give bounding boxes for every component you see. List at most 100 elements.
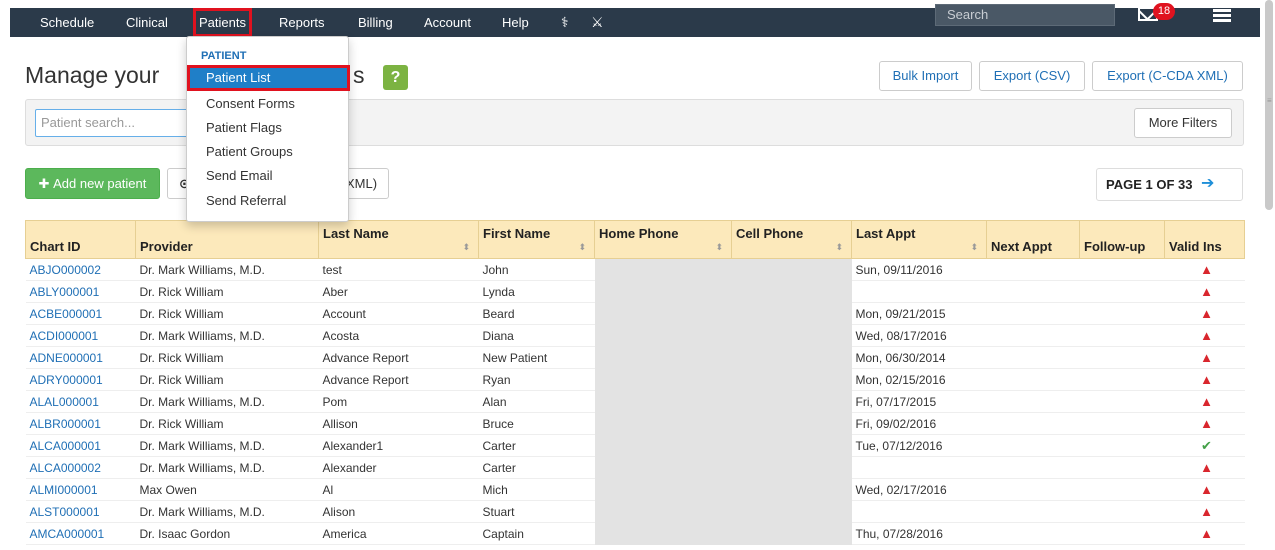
cell-first-name: Ryan bbox=[478, 368, 595, 391]
cell-cell-phone bbox=[731, 390, 852, 413]
cell-chart-id[interactable]: ALBR000001 bbox=[25, 412, 136, 435]
more-filters-button[interactable]: More Filters bbox=[1134, 108, 1232, 138]
plus-icon: ✚ bbox=[38, 176, 54, 191]
table-row[interactable]: ALAL000001 Dr. Mark Williams, M.D. Pom Alan… bbox=[25, 390, 1245, 413]
cell-last-name: Advance Report bbox=[318, 346, 479, 369]
table-row[interactable]: ABJO000002 Dr. Mark Williams, M.D. test Joh… bbox=[25, 258, 1245, 281]
nav-account[interactable]: Account bbox=[424, 8, 471, 37]
header-chart-id[interactable]: Chart ID bbox=[25, 220, 136, 259]
cell-home-phone bbox=[594, 522, 732, 545]
cell-chart-id[interactable]: ALCA000002 bbox=[25, 456, 136, 479]
sort-icon[interactable]: ⬍ bbox=[578, 242, 586, 253]
table-row[interactable]: ALBR000001 Dr. Rick William Allison Bruce Fr… bbox=[25, 412, 1245, 435]
cell-chart-id[interactable]: ALAL000001 bbox=[25, 390, 136, 413]
cell-home-phone bbox=[594, 434, 732, 457]
table-row[interactable]: ALCA000001 Dr. Mark Williams, M.D. Alexand… bbox=[25, 434, 1245, 457]
header-home-phone[interactable]: Home Phone ⬍ bbox=[594, 220, 732, 259]
nav-schedule[interactable]: Schedule bbox=[40, 8, 94, 37]
menu-item-send-referral[interactable]: Send Referral bbox=[206, 193, 286, 208]
cell-chart-id[interactable]: ABLY000001 bbox=[25, 280, 136, 303]
nav-reports[interactable]: Reports bbox=[279, 8, 325, 37]
cell-chart-id[interactable]: AMCA000001 bbox=[25, 522, 136, 545]
warning-icon: ▲ bbox=[1200, 504, 1213, 519]
nav-clinical[interactable]: Clinical bbox=[126, 8, 168, 37]
cell-chart-id[interactable]: ACBE000001 bbox=[25, 302, 136, 325]
header-provider[interactable]: Provider bbox=[135, 220, 319, 259]
menu-item-send-email[interactable]: Send Email bbox=[206, 168, 272, 183]
table-row[interactable]: ALMI000001 Max Owen Al Mich Wed, 02/17/2016 ▲ bbox=[25, 478, 1245, 501]
menu-item-patient-groups[interactable]: Patient Groups bbox=[206, 144, 293, 159]
table-row[interactable]: ADRY000001 Dr. Rick William Advance Report… bbox=[25, 368, 1245, 391]
cell-chart-id[interactable]: ALMI000001 bbox=[25, 478, 136, 501]
cell-valid-ins: ▲ bbox=[1164, 258, 1245, 281]
sort-icon[interactable]: ⬍ bbox=[970, 242, 978, 253]
header-first-name[interactable]: First Name ⬍ bbox=[478, 220, 595, 259]
cell-follow-up bbox=[1079, 412, 1165, 435]
nav-patients[interactable]: Patients bbox=[193, 8, 252, 37]
header-last-name[interactable]: Last Name ⬍ bbox=[318, 220, 479, 259]
table-row[interactable]: ALST000001 Dr. Mark Williams, M.D. Alison S… bbox=[25, 500, 1245, 523]
cell-next-appt bbox=[986, 280, 1080, 303]
header-cell-phone[interactable]: Cell Phone ⬍ bbox=[731, 220, 852, 259]
check-icon: ✔ bbox=[1201, 437, 1212, 453]
cell-follow-up bbox=[1079, 390, 1165, 413]
next-page-arrow-icon[interactable]: ➔ bbox=[1201, 168, 1214, 201]
bulk-import-button[interactable]: Bulk Import bbox=[879, 61, 972, 91]
cell-chart-id[interactable]: ACDI000001 bbox=[25, 324, 136, 347]
header-last-appt[interactable]: Last Appt ⬍ bbox=[851, 220, 987, 259]
cell-chart-id[interactable]: ADNE000001 bbox=[25, 346, 136, 369]
warning-icon: ▲ bbox=[1200, 526, 1213, 541]
scrollbar-grip-icon: ≡ bbox=[1267, 96, 1272, 105]
table-row[interactable]: ABLY000001 Dr. Rick William Aber Lynda ▲ bbox=[25, 280, 1245, 303]
header-valid-ins[interactable]: Valid Ins bbox=[1164, 220, 1245, 259]
cell-chart-id[interactable]: ADRY000001 bbox=[25, 368, 136, 391]
cell-chart-id[interactable]: ALST000001 bbox=[25, 500, 136, 523]
cell-provider: Dr. Mark Williams, M.D. bbox=[135, 258, 319, 281]
warning-icon: ▲ bbox=[1200, 350, 1213, 365]
cell-follow-up bbox=[1079, 280, 1165, 303]
cell-valid-ins: ▲ bbox=[1164, 324, 1245, 347]
help-icon[interactable]: ? bbox=[383, 65, 408, 90]
cell-next-appt bbox=[986, 434, 1080, 457]
cell-chart-id[interactable]: ABJO000002 bbox=[25, 258, 136, 281]
add-new-patient-button[interactable]: ✚ Add new patient bbox=[25, 168, 160, 199]
cell-follow-up bbox=[1079, 434, 1165, 457]
cell-valid-ins: ▲ bbox=[1164, 522, 1245, 545]
menu-item-patient-flags[interactable]: Patient Flags bbox=[206, 120, 282, 135]
cell-home-phone bbox=[594, 280, 732, 303]
cell-first-name: Diana bbox=[478, 324, 595, 347]
sort-icon[interactable]: ⬍ bbox=[462, 242, 470, 253]
header-next-appt[interactable]: Next Appt bbox=[986, 220, 1080, 259]
table-row[interactable]: ACBE000001 Dr. Rick William Account Beard Mo… bbox=[25, 302, 1245, 325]
table-row[interactable]: ACDI000001 Dr. Mark Williams, M.D. Acosta D… bbox=[25, 324, 1245, 347]
cell-cell-phone bbox=[731, 302, 852, 325]
global-search-input[interactable]: Search bbox=[935, 4, 1115, 26]
cell-last-name: Advance Report bbox=[318, 368, 479, 391]
caduceus-icon[interactable]: ⚕ bbox=[561, 8, 569, 37]
table-row[interactable]: AMCA000001 Dr. Isaac Gordon America Captain… bbox=[25, 522, 1245, 545]
sort-icon[interactable]: ⬍ bbox=[715, 242, 723, 253]
scrollbar-thumb[interactable] bbox=[1265, 0, 1273, 210]
table-row[interactable]: ALCA000002 Dr. Mark Williams, M.D. Alexand… bbox=[25, 456, 1245, 479]
tools-icon[interactable]: ⚔ bbox=[591, 8, 604, 37]
menu-item-consent-forms[interactable]: Consent Forms bbox=[206, 96, 295, 111]
cell-home-phone bbox=[594, 456, 732, 479]
header-follow-up[interactable]: Follow-up bbox=[1079, 220, 1165, 259]
cell-next-appt bbox=[986, 500, 1080, 523]
sort-icon[interactable]: ⬍ bbox=[835, 242, 843, 253]
patient-search-input[interactable]: Patient search... bbox=[35, 109, 195, 137]
cell-valid-ins: ▲ bbox=[1164, 478, 1245, 501]
export-ccda-button[interactable]: Export (C-CDA XML) bbox=[1092, 61, 1243, 91]
nav-help[interactable]: Help bbox=[502, 8, 529, 37]
cell-cell-phone bbox=[731, 324, 852, 347]
export-csv-button[interactable]: Export (CSV) bbox=[979, 61, 1085, 91]
cell-last-appt bbox=[851, 280, 987, 303]
table-row[interactable]: ADNE000001 Dr. Rick William Advance Report… bbox=[25, 346, 1245, 369]
cell-valid-ins: ✔ bbox=[1164, 434, 1245, 457]
cell-chart-id[interactable]: ALCA000001 bbox=[25, 434, 136, 457]
nav-billing[interactable]: Billing bbox=[358, 8, 393, 37]
cell-home-phone bbox=[594, 324, 732, 347]
hamburger-menu-icon[interactable] bbox=[1213, 9, 1231, 22]
menu-item-patient-list[interactable]: Patient List bbox=[187, 65, 350, 91]
cell-last-appt: Wed, 08/17/2016 bbox=[851, 324, 987, 347]
